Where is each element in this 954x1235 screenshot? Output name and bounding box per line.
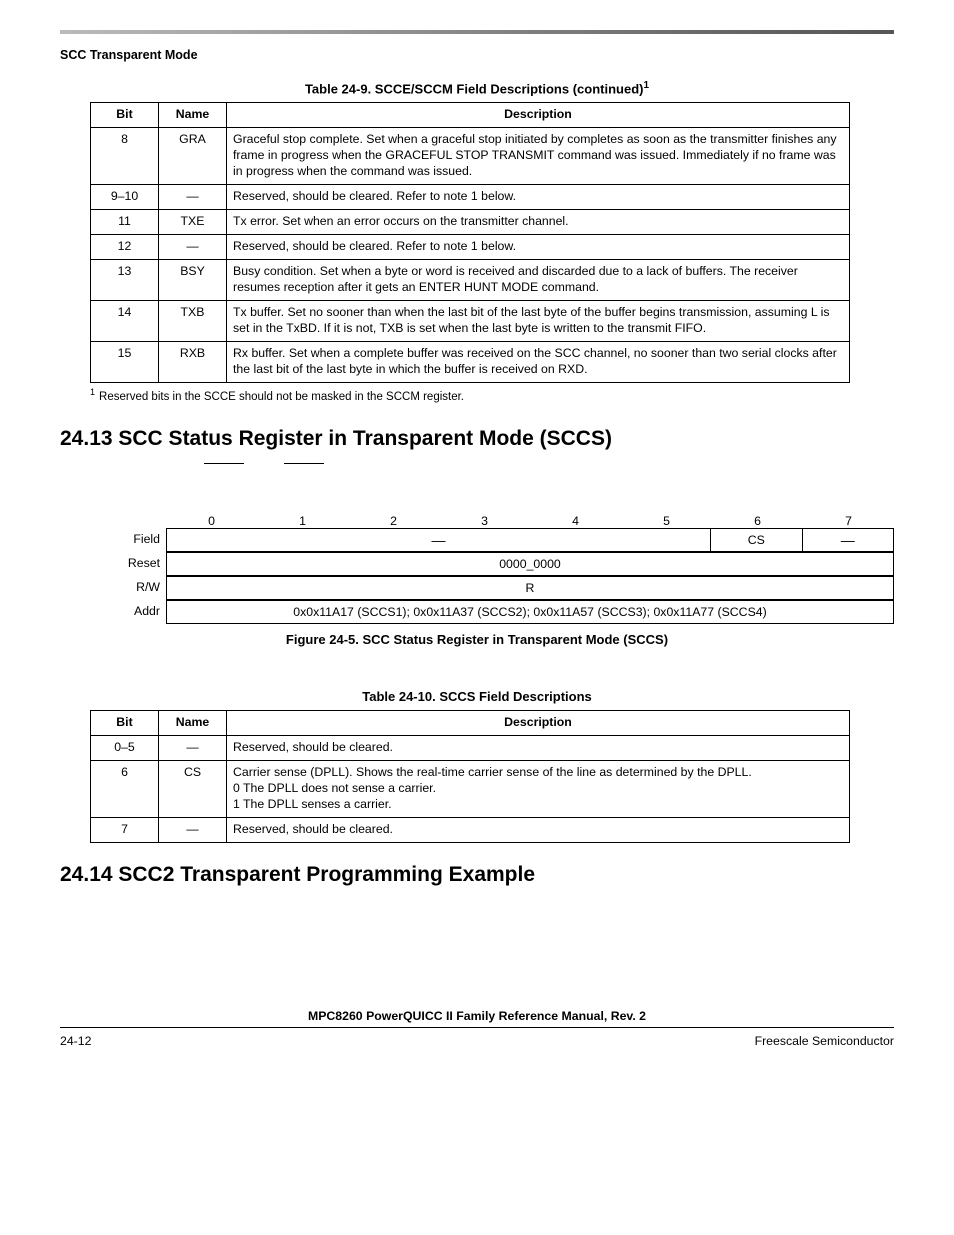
bit-label: 7 <box>803 514 894 528</box>
reg-field-row: Field — CS — <box>60 528 894 552</box>
table-row: 8GRAGraceful stop complete. Set when a g… <box>91 128 850 185</box>
cell-bit: 7 <box>91 817 159 842</box>
field-dash2: — <box>803 529 895 551</box>
table-row: 14TXBTx buffer. Set no sooner than when … <box>91 301 850 342</box>
table-row: Bit Name Description <box>91 103 850 128</box>
table-row: 13BSYBusy condition. Set when a byte or … <box>91 260 850 301</box>
table-row: 9–10—Reserved, should be cleared. Refer … <box>91 185 850 210</box>
cell-bit: 6 <box>91 760 159 817</box>
tick-marks <box>160 463 894 464</box>
cell-name: CS <box>159 760 227 817</box>
cell-desc: Reserved, should be cleared. Refer to no… <box>227 235 850 260</box>
bit-label: 4 <box>530 514 621 528</box>
running-header: SCC Transparent Mode <box>60 48 894 62</box>
table-row: 11TXETx error. Set when an error occurs … <box>91 210 850 235</box>
cell-name: RXB <box>159 342 227 383</box>
heading-24-14: 24.14 SCC2 Transparent Programming Examp… <box>60 863 894 887</box>
cell-desc: Reserved, should be cleared. <box>227 735 850 760</box>
cell-name: — <box>159 185 227 210</box>
table-24-9-footnote: 1 Reserved bits in the SCCE should not be… <box>90 387 850 403</box>
bit-label-row: 01234567 <box>60 514 894 528</box>
table-row: 6CSCarrier sense (DPLL). Shows the real-… <box>91 760 850 817</box>
cell-bit: 13 <box>91 260 159 301</box>
page: SCC Transparent Mode Table 24-9. SCCE/SC… <box>0 0 954 1235</box>
rw-value: R <box>167 577 894 599</box>
col-name: Name <box>159 103 227 128</box>
label-rw: R/W <box>60 576 166 600</box>
col-bit: Bit <box>91 103 159 128</box>
cell-desc: Carrier sense (DPLL). Shows the real-tim… <box>227 760 850 817</box>
cell-name: — <box>159 817 227 842</box>
cell-bit: 11 <box>91 210 159 235</box>
cell-bit: 8 <box>91 128 159 185</box>
footnote-sup: 1 <box>90 387 95 397</box>
cell-desc: Rx buffer. Set when a complete buffer wa… <box>227 342 850 383</box>
cell-bit: 15 <box>91 342 159 383</box>
label-reset: Reset <box>60 552 166 576</box>
table-24-9-caption-sup: 1 <box>643 80 649 91</box>
footnote-text: Reserved bits in the SCCE should not be … <box>99 391 464 403</box>
cell-name: — <box>159 235 227 260</box>
cell-desc: Reserved, should be cleared. <box>227 817 850 842</box>
footer-rule <box>60 1027 894 1028</box>
cell-bit: 9–10 <box>91 185 159 210</box>
reset-value: 0000_0000 <box>167 553 894 575</box>
label-field: Field <box>60 528 166 552</box>
bit-label: 6 <box>712 514 803 528</box>
table-row: 7—Reserved, should be cleared. <box>91 817 850 842</box>
cell-name: — <box>159 735 227 760</box>
bit-label: 5 <box>621 514 712 528</box>
table-24-10: Bit Name Description 0–5—Reserved, shoul… <box>90 710 850 843</box>
cell-name: GRA <box>159 128 227 185</box>
heading-24-13: 24.13 SCC Status Register in Transparent… <box>60 427 894 451</box>
cell-desc: Tx error. Set when an error occurs on th… <box>227 210 850 235</box>
table-row: Bit Name Description <box>91 710 850 735</box>
table-row: 12—Reserved, should be cleared. Refer to… <box>91 235 850 260</box>
cell-bit: 12 <box>91 235 159 260</box>
footer-company: Freescale Semiconductor <box>755 1034 894 1048</box>
cell-desc: Graceful stop complete. Set when a grace… <box>227 128 850 185</box>
table-row: 15RXBRx buffer. Set when a complete buff… <box>91 342 850 383</box>
col-desc: Description <box>227 710 850 735</box>
register-figure: 01234567 Field — CS — Reset 0000_0000 R/… <box>60 514 894 624</box>
cell-bit: 14 <box>91 301 159 342</box>
page-footer: 24-12 Freescale Semiconductor <box>60 1034 894 1048</box>
field-cs: CS <box>711 529 803 551</box>
tick-1 <box>204 463 244 464</box>
cell-name: TXE <box>159 210 227 235</box>
reg-rw-row: R/W R <box>60 576 894 600</box>
cell-name: TXB <box>159 301 227 342</box>
tick-2 <box>284 463 324 464</box>
figure-24-5-caption: Figure 24-5. SCC Status Register in Tran… <box>60 632 894 647</box>
cell-name: BSY <box>159 260 227 301</box>
reg-reset-row: Reset 0000_0000 <box>60 552 894 576</box>
bit-label: 2 <box>348 514 439 528</box>
table-24-9-caption-text: Table 24-9. SCCE/SCCM Field Descriptions… <box>305 81 644 96</box>
table-24-10-caption: Table 24-10. SCCS Field Descriptions <box>60 689 894 704</box>
col-desc: Description <box>227 103 850 128</box>
field-dash: — <box>167 529 711 551</box>
addr-value: 0x0x11A17 (SCCS1); 0x0x11A37 (SCCS2); 0x… <box>167 601 894 623</box>
reg-addr-row: Addr 0x0x11A17 (SCCS1); 0x0x11A37 (SCCS2… <box>60 600 894 624</box>
table-24-9: Bit Name Description 8GRAGraceful stop c… <box>90 102 850 383</box>
col-name: Name <box>159 710 227 735</box>
col-bit: Bit <box>91 710 159 735</box>
label-addr: Addr <box>60 600 166 624</box>
bit-label: 3 <box>439 514 530 528</box>
page-number: 24-12 <box>60 1034 91 1048</box>
bit-label: 0 <box>166 514 257 528</box>
cell-desc: Tx buffer. Set no sooner than when the l… <box>227 301 850 342</box>
cell-desc: Reserved, should be cleared. Refer to no… <box>227 185 850 210</box>
table-row: 0–5—Reserved, should be cleared. <box>91 735 850 760</box>
table-24-9-caption: Table 24-9. SCCE/SCCM Field Descriptions… <box>60 80 894 96</box>
cell-desc: Busy condition. Set when a byte or word … <box>227 260 850 301</box>
bit-label: 1 <box>257 514 348 528</box>
cell-bit: 0–5 <box>91 735 159 760</box>
footer-manual-title: MPC8260 PowerQUICC II Family Reference M… <box>60 1009 894 1023</box>
top-rule <box>60 30 894 34</box>
